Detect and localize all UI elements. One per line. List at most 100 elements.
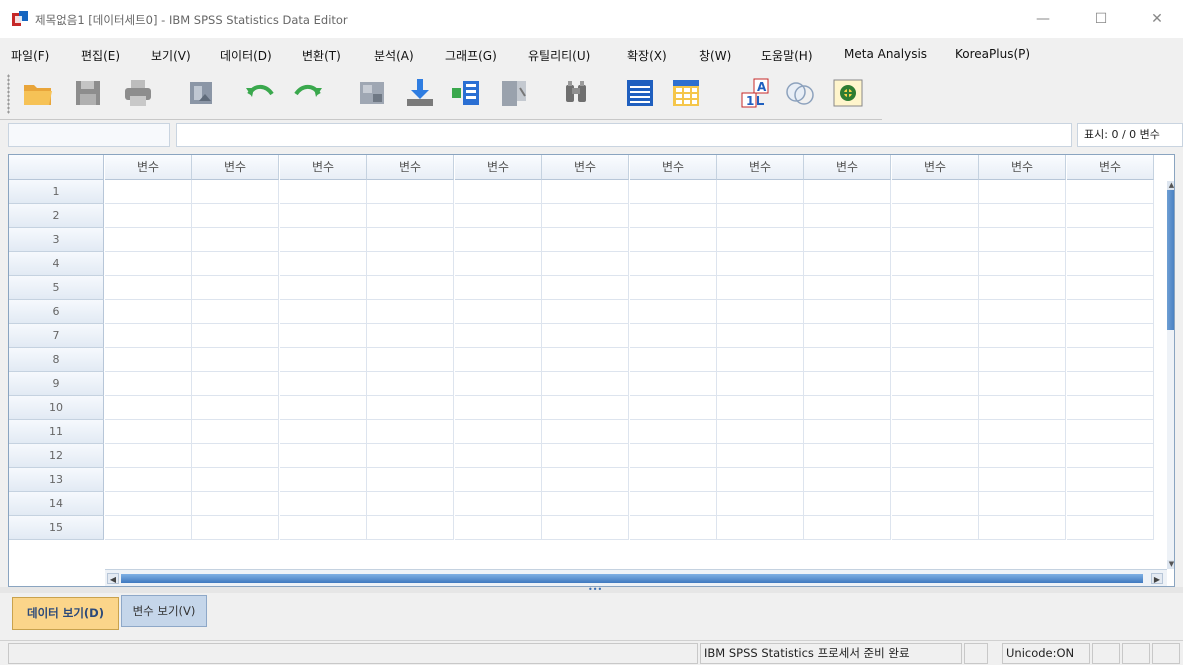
data-cell[interactable] [367, 324, 454, 348]
data-cell[interactable] [1067, 204, 1154, 228]
data-cell[interactable] [804, 468, 891, 492]
data-cell[interactable] [280, 468, 367, 492]
maximize-button[interactable]: ☐ [1087, 8, 1115, 30]
data-cell[interactable] [280, 444, 367, 468]
row-header-5[interactable]: 5 [9, 276, 104, 300]
data-cell[interactable] [105, 228, 192, 252]
column-header-var-12[interactable]: 변수 [1067, 155, 1154, 180]
data-cell[interactable] [804, 396, 891, 420]
menu-graphs[interactable]: 그래프(G) [445, 47, 497, 64]
menu-view[interactable]: 보기(V) [151, 47, 191, 64]
data-cell[interactable] [630, 420, 717, 444]
data-cell[interactable] [1067, 492, 1154, 516]
data-cell[interactable] [367, 420, 454, 444]
vertical-scrollbar[interactable]: ▲ ▼ [1167, 181, 1174, 569]
data-cell[interactable] [367, 468, 454, 492]
data-cell[interactable] [804, 204, 891, 228]
data-cell[interactable] [192, 444, 279, 468]
data-cell[interactable] [105, 204, 192, 228]
data-cell[interactable] [892, 204, 979, 228]
menu-utilities[interactable]: 유틸리티(U) [528, 47, 590, 64]
close-button[interactable]: ✕ [1143, 8, 1171, 30]
data-cell[interactable] [892, 276, 979, 300]
data-cell[interactable] [192, 276, 279, 300]
data-cell[interactable] [542, 180, 629, 204]
horizontal-scroll-thumb[interactable] [121, 574, 1143, 583]
menu-extensions[interactable]: 확장(X) [627, 47, 667, 64]
open-folder-icon[interactable] [22, 78, 54, 108]
data-cell[interactable] [804, 276, 891, 300]
data-cell[interactable] [979, 516, 1066, 540]
data-cell[interactable] [542, 204, 629, 228]
data-cell[interactable] [367, 492, 454, 516]
data-cell[interactable] [455, 252, 542, 276]
goto-case-icon[interactable] [356, 78, 388, 108]
data-cell[interactable] [1067, 180, 1154, 204]
data-cell[interactable] [717, 348, 804, 372]
data-cell[interactable] [192, 516, 279, 540]
save-icon[interactable] [72, 78, 104, 108]
data-cell[interactable] [280, 420, 367, 444]
data-cell[interactable] [892, 348, 979, 372]
row-header-1[interactable]: 1 [9, 180, 104, 204]
data-cell[interactable] [105, 348, 192, 372]
data-cell[interactable] [542, 372, 629, 396]
menu-window[interactable]: 창(W) [699, 47, 731, 64]
data-cell[interactable] [455, 324, 542, 348]
data-cell[interactable] [367, 252, 454, 276]
data-cell[interactable] [455, 396, 542, 420]
data-cell[interactable] [979, 300, 1066, 324]
data-cell[interactable] [280, 372, 367, 396]
menu-meta-analysis[interactable]: Meta Analysis [844, 47, 927, 61]
minimize-button[interactable]: — [1029, 8, 1057, 30]
scroll-up-arrow[interactable]: ▲ [1167, 181, 1174, 190]
data-cell[interactable] [542, 228, 629, 252]
data-cell[interactable] [455, 468, 542, 492]
data-cell[interactable] [455, 420, 542, 444]
data-cell[interactable] [892, 372, 979, 396]
data-cell[interactable] [717, 420, 804, 444]
data-cell[interactable] [630, 348, 717, 372]
menu-help[interactable]: 도움말(H) [761, 47, 813, 64]
data-cell[interactable] [542, 300, 629, 324]
data-cell[interactable] [979, 324, 1066, 348]
data-cell[interactable] [280, 516, 367, 540]
data-cell[interactable] [1067, 252, 1154, 276]
variables-icon[interactable] [450, 78, 482, 108]
data-cell[interactable] [630, 444, 717, 468]
data-cell[interactable] [979, 252, 1066, 276]
toolbar-grip[interactable] [7, 74, 10, 114]
data-cell[interactable] [717, 252, 804, 276]
data-cell[interactable] [367, 396, 454, 420]
recall-dialog-icon[interactable] [185, 78, 217, 108]
data-cell[interactable] [892, 420, 979, 444]
tab-variable-view[interactable]: 변수 보기(V) [121, 595, 207, 627]
data-cell[interactable] [804, 228, 891, 252]
scroll-right-arrow[interactable]: ▶ [1151, 573, 1163, 584]
data-cell[interactable] [979, 228, 1066, 252]
data-cell[interactable] [105, 372, 192, 396]
column-header-var-11[interactable]: 변수 [979, 155, 1066, 180]
cell-name-box[interactable] [8, 123, 170, 147]
data-cell[interactable] [979, 204, 1066, 228]
column-header-var-8[interactable]: 변수 [717, 155, 804, 180]
data-cell[interactable] [892, 468, 979, 492]
find-icon[interactable] [560, 78, 592, 108]
data-cell[interactable] [717, 276, 804, 300]
column-header-var-7[interactable]: 변수 [630, 155, 717, 180]
data-cell[interactable] [717, 204, 804, 228]
data-cell[interactable] [630, 396, 717, 420]
data-cell[interactable] [1067, 444, 1154, 468]
row-header-10[interactable]: 10 [9, 396, 104, 420]
grid-corner[interactable] [9, 155, 104, 180]
data-cell[interactable] [979, 276, 1066, 300]
data-cell[interactable] [717, 396, 804, 420]
column-header-var-10[interactable]: 변수 [892, 155, 979, 180]
data-cell[interactable] [105, 420, 192, 444]
data-cell[interactable] [192, 420, 279, 444]
data-cell[interactable] [717, 516, 804, 540]
data-cell[interactable] [1067, 324, 1154, 348]
data-cell[interactable] [1067, 468, 1154, 492]
horizontal-scrollbar[interactable]: ◀ ▶ [105, 569, 1167, 586]
data-cell[interactable] [979, 468, 1066, 492]
